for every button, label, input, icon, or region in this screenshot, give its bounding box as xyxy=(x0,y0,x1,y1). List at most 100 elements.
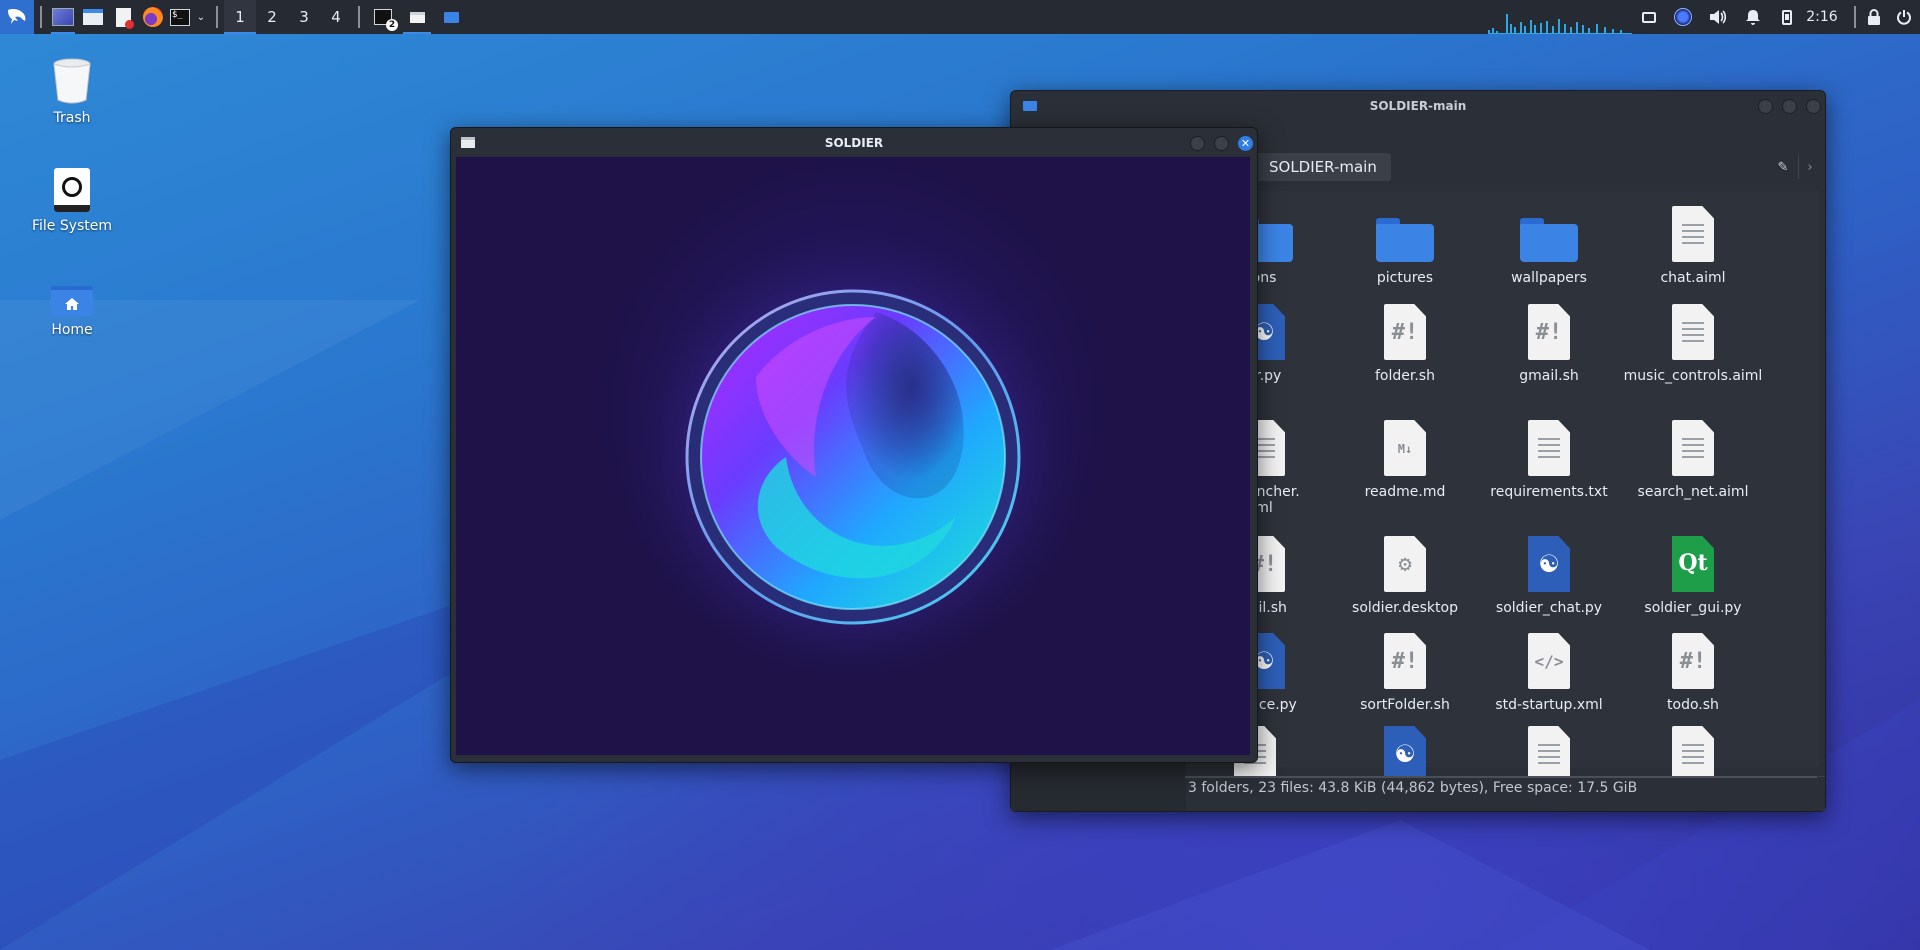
file-name: todo.sh xyxy=(1667,697,1719,713)
close-button[interactable] xyxy=(1806,99,1821,114)
file-name: search_net.aiml xyxy=(1637,484,1749,500)
lock-screen-button[interactable] xyxy=(1862,0,1886,34)
desktop-icon-home[interactable]: Home xyxy=(17,286,127,338)
workspace-4[interactable]: 4 xyxy=(320,0,352,34)
logout-button[interactable] xyxy=(1892,0,1916,34)
xml-file-icon: </> xyxy=(1528,633,1570,689)
taskbar-soldier-window[interactable] xyxy=(400,0,434,34)
python-file-icon: ☯ xyxy=(1384,726,1426,776)
file-name: std-startup.xml xyxy=(1495,697,1603,713)
soldier-tray-button[interactable] xyxy=(1672,0,1694,34)
workspace-3[interactable]: 3 xyxy=(288,0,320,34)
home-folder-icon xyxy=(17,286,127,316)
python-file-icon: ☯ xyxy=(1528,536,1570,592)
launcher-dropdown[interactable]: ⌄ xyxy=(192,0,210,34)
monitor-icon xyxy=(1642,11,1656,23)
file-name: soldier_chat.py xyxy=(1495,600,1603,616)
battery-tray-button[interactable] xyxy=(1776,0,1798,34)
folder-icon xyxy=(1376,218,1434,262)
file-name: sortFolder.sh xyxy=(1360,697,1450,713)
display-tray-button[interactable] xyxy=(1638,0,1660,34)
file-item[interactable]: wallpapers xyxy=(1479,200,1619,286)
desktop-icon-file-system[interactable]: File System xyxy=(17,168,127,234)
text-editor-launcher[interactable] xyxy=(108,0,138,34)
path-forward-button[interactable]: › xyxy=(1798,155,1821,179)
desktop-icon-trash[interactable]: Trash xyxy=(17,58,127,126)
file-item[interactable]: ☯ soldier_chat.py xyxy=(1479,530,1619,616)
file-name: soldier_gui.py xyxy=(1644,600,1742,616)
desktop-icon-label: File System xyxy=(31,218,113,234)
close-button[interactable]: ✕ xyxy=(1238,136,1253,151)
text-file-icon xyxy=(1672,304,1714,360)
shell-script-icon: #! xyxy=(1384,633,1426,689)
shell-script-icon: #! xyxy=(1528,304,1570,360)
taskbar-separator xyxy=(216,6,218,28)
file-manager-launcher[interactable] xyxy=(78,0,108,34)
firefox-launcher[interactable] xyxy=(138,0,168,34)
pencil-icon: ✎ xyxy=(1777,159,1789,175)
taskbar-file-manager-window[interactable] xyxy=(434,0,468,34)
firefox-icon xyxy=(143,7,163,27)
file-item[interactable]: ⚙ soldier.desktop xyxy=(1335,530,1475,616)
window-icon xyxy=(409,11,425,23)
power-icon xyxy=(1897,10,1911,25)
workspace-1[interactable]: 1 xyxy=(224,0,256,34)
soldier-orb xyxy=(613,217,1093,697)
desktop-icon xyxy=(52,8,74,26)
shell-script-icon: #! xyxy=(1672,633,1714,689)
maximize-button[interactable] xyxy=(1214,136,1229,151)
file-item[interactable]: search_net.aiml xyxy=(1623,414,1763,500)
window-icon xyxy=(461,137,475,148)
file-item[interactable]: </> std-startup.xml xyxy=(1479,627,1619,713)
terminal-icon: 2 xyxy=(374,9,398,31)
file-manager-titlebar[interactable]: SOLDIER-main xyxy=(1011,91,1825,121)
window-count-badge: 2 xyxy=(386,19,398,31)
soldier-titlebar[interactable]: SOLDIER xyxy=(451,128,1257,158)
minimize-button[interactable] xyxy=(1190,136,1205,151)
file-item[interactable]: pictures xyxy=(1335,200,1475,286)
file-item[interactable]: Qt soldier_gui.py xyxy=(1623,530,1763,616)
desktop-file-icon: ⚙ xyxy=(1384,536,1426,592)
chevron-right-icon: › xyxy=(1807,159,1813,175)
window-title: SOLDIER-main xyxy=(1369,99,1467,113)
taskbar-separator xyxy=(358,6,360,28)
file-item[interactable]: #! todo.sh xyxy=(1623,627,1763,713)
battery-icon xyxy=(1782,9,1792,25)
show-desktop-button[interactable] xyxy=(48,0,78,34)
file-view-bottom-clip: ☯ xyxy=(1185,720,1815,776)
clock[interactable]: 2:16 xyxy=(1802,0,1842,34)
drive-icon xyxy=(17,168,127,212)
workspace-2[interactable]: 2 xyxy=(256,0,288,34)
taskbar-terminal-group[interactable]: 2 xyxy=(366,0,400,34)
file-item[interactable]: music_controls.aiml xyxy=(1623,298,1763,384)
soldier-orb-canvas[interactable] xyxy=(456,157,1250,755)
desktop-icon-label: Home xyxy=(51,322,93,338)
file-name: requirements.txt xyxy=(1490,484,1608,500)
path-breadcrumb[interactable]: SOLDIER-main xyxy=(1255,153,1391,181)
file-item[interactable]: #! sortFolder.sh xyxy=(1335,627,1475,713)
notifications-tray-button[interactable] xyxy=(1742,0,1764,34)
kali-dragon-icon xyxy=(8,9,26,24)
file-item[interactable]: #! gmail.sh xyxy=(1479,298,1619,384)
file-item[interactable]: #! folder.sh xyxy=(1335,298,1475,384)
file-name: folder.sh xyxy=(1375,368,1435,384)
volume-tray-button[interactable] xyxy=(1706,0,1730,34)
text-file-icon xyxy=(1672,206,1714,262)
markdown-file-icon: M↓ xyxy=(1384,420,1426,476)
kali-menu-button[interactable] xyxy=(0,0,34,34)
taskbar-separator xyxy=(40,6,42,28)
maximize-button[interactable] xyxy=(1782,99,1797,114)
folder-icon xyxy=(443,11,459,23)
soldier-orb-icon xyxy=(1674,8,1692,26)
file-item[interactable]: requirements.txt xyxy=(1479,414,1619,500)
minimize-button[interactable] xyxy=(1758,99,1773,114)
chevron-down-icon: ⌄ xyxy=(196,11,206,23)
desktop-icon-label: Trash xyxy=(53,110,91,126)
horizontal-scrollbar[interactable] xyxy=(1185,776,1817,778)
file-name: gmail.sh xyxy=(1519,368,1579,384)
path-edit-button[interactable]: ✎ xyxy=(1771,155,1795,179)
file-item[interactable]: chat.aiml xyxy=(1623,200,1763,286)
file-item[interactable]: M↓ readme.md xyxy=(1335,414,1475,500)
terminal-launcher[interactable]: $_ xyxy=(168,0,192,34)
folder-icon xyxy=(1520,218,1578,262)
